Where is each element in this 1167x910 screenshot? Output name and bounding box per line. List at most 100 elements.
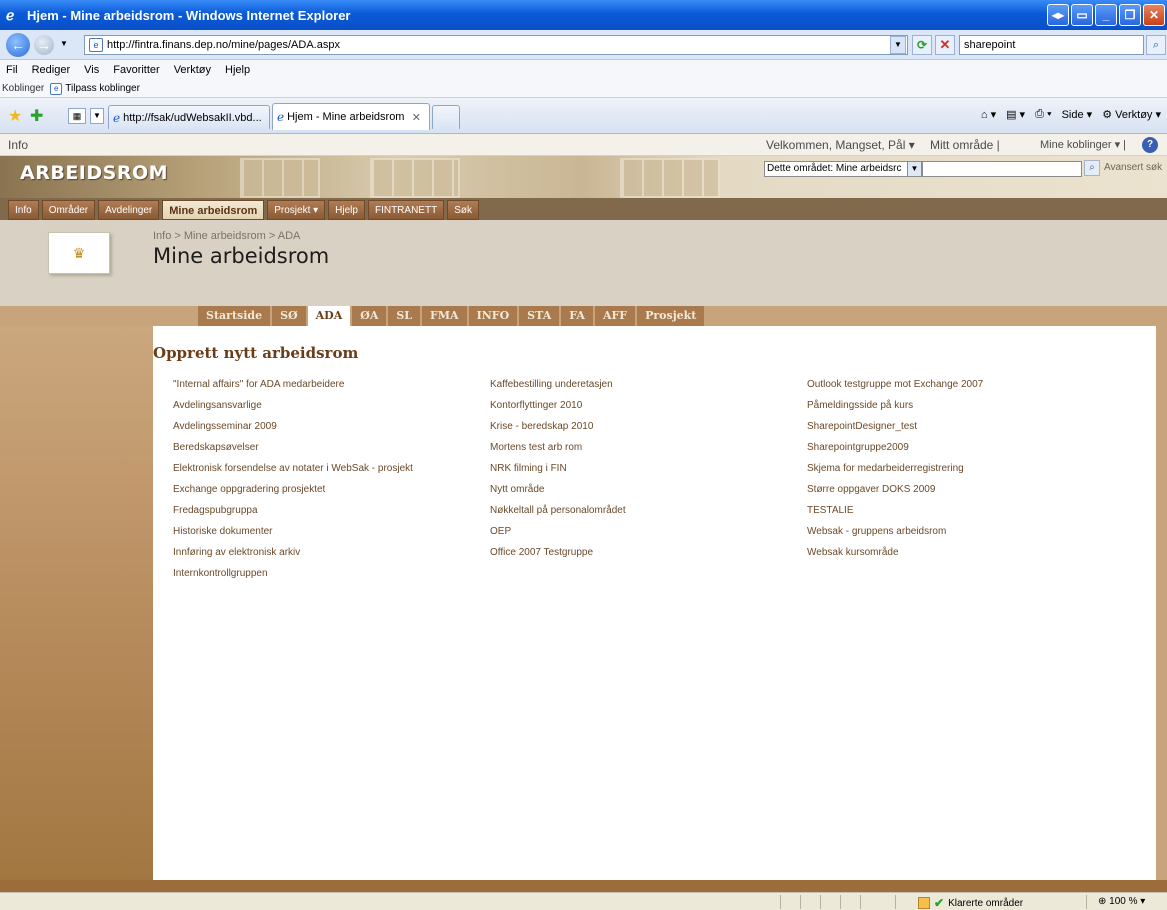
quick-tabs-icon[interactable]: ▦: [68, 108, 86, 124]
list-item[interactable]: Sharepointgruppe2009: [807, 441, 983, 462]
topnav-omrader[interactable]: Områder: [41, 200, 96, 220]
list-item[interactable]: Outlook testgruppe mot Exchange 2007: [807, 378, 983, 399]
tab-fa[interactable]: FA: [561, 306, 593, 326]
tab-aff[interactable]: AFF: [594, 306, 636, 326]
tab-so[interactable]: SØ: [272, 306, 306, 326]
topnav-hjelp[interactable]: Hjelp: [328, 200, 365, 220]
menu-file[interactable]: Fil: [6, 64, 18, 76]
list-item[interactable]: Elektronisk forsendelse av notater i Web…: [173, 462, 413, 483]
list-item[interactable]: Skjema for medarbeiderregistrering: [807, 462, 983, 483]
list-item[interactable]: OEP: [490, 525, 626, 546]
list-item[interactable]: Beredskapsøvelser: [173, 441, 413, 462]
tab-info[interactable]: INFO: [468, 306, 518, 326]
close-tab-icon[interactable]: ✕: [412, 111, 421, 124]
favorites-star-icon[interactable]: ★: [8, 106, 22, 126]
list-item[interactable]: SharepointDesigner_test: [807, 420, 983, 441]
search-scope-select[interactable]: Dette området: Mine arbeidsrc ▼: [764, 161, 922, 177]
sp-global-info-link[interactable]: Info: [8, 138, 28, 152]
new-tab-button[interactable]: [432, 105, 460, 129]
restore-icon[interactable]: ◂▸: [1047, 4, 1069, 26]
site-logo[interactable]: ARBEIDSROM: [20, 162, 168, 184]
zoom-control[interactable]: ⊕ 100 % ▾: [1098, 896, 1145, 907]
print-icon[interactable]: ⎙ ▾: [1035, 108, 1051, 121]
forward-button[interactable]: →: [34, 35, 54, 55]
tab-ada[interactable]: ADA: [307, 306, 351, 327]
tab-fma[interactable]: FMA: [422, 306, 467, 326]
list-item[interactable]: Exchange oppgradering prosjektet: [173, 483, 413, 504]
help-icon[interactable]: ?: [1142, 137, 1158, 153]
page-menu[interactable]: Side ▾: [1062, 108, 1093, 121]
tab-oa[interactable]: ØA: [352, 306, 387, 326]
list-item[interactable]: Kaffebestilling underetasjen: [490, 378, 626, 399]
search-icon[interactable]: ⌕: [1084, 160, 1100, 176]
refresh-button[interactable]: ⟳: [912, 35, 932, 55]
menu-view[interactable]: Vis: [84, 64, 99, 76]
home-icon[interactable]: ⌂ ▾: [981, 108, 996, 121]
address-dropdown-icon[interactable]: ▼: [890, 36, 906, 54]
tile-icon[interactable]: ▭: [1071, 4, 1093, 26]
list-item[interactable]: TESTALIE: [807, 504, 983, 525]
browser-tabs-row: ★ ✚ ▦ ▼ ℯ http://fsak/udWebsakII.vbd... …: [0, 98, 1167, 134]
list-item[interactable]: Office 2007 Testgruppe: [490, 546, 626, 567]
security-zone[interactable]: ✔ Klarerte områder: [918, 896, 1023, 910]
browser-tab-active[interactable]: ℯ Hjem - Mine arbeidsrom ✕: [272, 103, 430, 130]
menu-help[interactable]: Hjelp: [225, 64, 250, 76]
topnav-mine-arbeidsrom[interactable]: Mine arbeidsrom: [162, 200, 265, 220]
topnav-info[interactable]: Info: [8, 200, 39, 220]
list-item[interactable]: Nytt område: [490, 483, 626, 504]
history-dropdown-icon[interactable]: ▼: [60, 39, 68, 48]
close-button[interactable]: ✕: [1143, 4, 1165, 26]
tab-startside[interactable]: Startside: [198, 306, 271, 326]
add-favorite-icon[interactable]: ✚: [30, 106, 43, 126]
tab-prosjekt[interactable]: Prosjekt: [637, 306, 705, 326]
list-item[interactable]: Historiske dokumenter: [173, 525, 413, 546]
stop-button[interactable]: ✕: [935, 35, 955, 55]
menu-tools[interactable]: Verktøy: [174, 64, 211, 76]
menu-edit[interactable]: Rediger: [32, 64, 71, 76]
page-title: Mine arbeidsrom: [153, 244, 330, 268]
list-item[interactable]: Påmeldingsside på kurs: [807, 399, 983, 420]
browser-tab-websak[interactable]: ℯ http://fsak/udWebsakII.vbd...: [108, 105, 270, 129]
topnav-sok[interactable]: Søk: [447, 200, 479, 220]
list-item[interactable]: Kontorflyttinger 2010: [490, 399, 626, 420]
maximize-button[interactable]: ❐: [1119, 4, 1141, 26]
topnav-prosjekt[interactable]: Prosjekt ▾: [267, 200, 326, 220]
list-item[interactable]: Krise - beredskap 2010: [490, 420, 626, 441]
browser-tab-label: Hjem - Mine arbeidsrom: [287, 111, 405, 123]
list-item[interactable]: NRK filming i FIN: [490, 462, 626, 483]
tab-sta[interactable]: STA: [519, 306, 560, 326]
search-icon[interactable]: ⌕: [1146, 35, 1166, 55]
list-item[interactable]: "Internal affairs" for ADA medarbeidere: [173, 378, 413, 399]
menu-favorites[interactable]: Favoritter: [113, 64, 159, 76]
minimize-button[interactable]: _: [1095, 4, 1117, 26]
list-item[interactable]: Mortens test arb rom: [490, 441, 626, 462]
list-item[interactable]: Websak - gruppens arbeidsrom: [807, 525, 983, 546]
list-item[interactable]: Websak kursområde: [807, 546, 983, 567]
tools-menu[interactable]: ⚙ Verktøy ▾: [1102, 108, 1161, 121]
welcome-menu[interactable]: Velkommen, Mangset, Pål ▾: [766, 138, 915, 152]
address-input[interactable]: e http://fintra.finans.dep.no/mine/pages…: [84, 35, 908, 55]
advanced-search-link[interactable]: Avansert søk: [1104, 162, 1162, 173]
topnav-avdelinger[interactable]: Avdelinger: [98, 200, 160, 220]
links-bar-item[interactable]: e Tilpass koblinger: [50, 82, 140, 95]
sp-search-input[interactable]: [922, 161, 1082, 177]
topnav-fintranett[interactable]: FINTRANETT: [367, 200, 445, 220]
tab-list-dropdown-icon[interactable]: ▼: [90, 108, 104, 124]
list-item[interactable]: Innføring av elektronisk arkiv: [173, 546, 413, 567]
tab-sl[interactable]: SL: [388, 306, 421, 326]
breadcrumb[interactable]: Info > Mine arbeidsrom > ADA: [153, 230, 300, 242]
links-bar-item-label: Tilpass koblinger: [65, 83, 140, 94]
my-links-menu[interactable]: Mine koblinger ▾ |: [1040, 138, 1126, 151]
list-item[interactable]: Større oppgaver DOKS 2009: [807, 483, 983, 504]
feeds-icon[interactable]: ▤ ▾: [1006, 108, 1025, 121]
my-site-link[interactable]: Mitt område |: [930, 138, 1000, 152]
list-item[interactable]: Fredagspubgruppa: [173, 504, 413, 525]
status-divider: [780, 895, 781, 909]
browser-search-input[interactable]: sharepoint: [959, 35, 1144, 55]
back-button[interactable]: ←: [6, 33, 30, 57]
list-item[interactable]: Avdelingsansvarlige: [173, 399, 413, 420]
list-item[interactable]: Internkontrollgruppen: [173, 567, 413, 588]
list-item[interactable]: Avdelingsseminar 2009: [173, 420, 413, 441]
list-item[interactable]: Nøkkeltall på personalområdet: [490, 504, 626, 525]
zoom-level: 100 %: [1109, 896, 1138, 907]
